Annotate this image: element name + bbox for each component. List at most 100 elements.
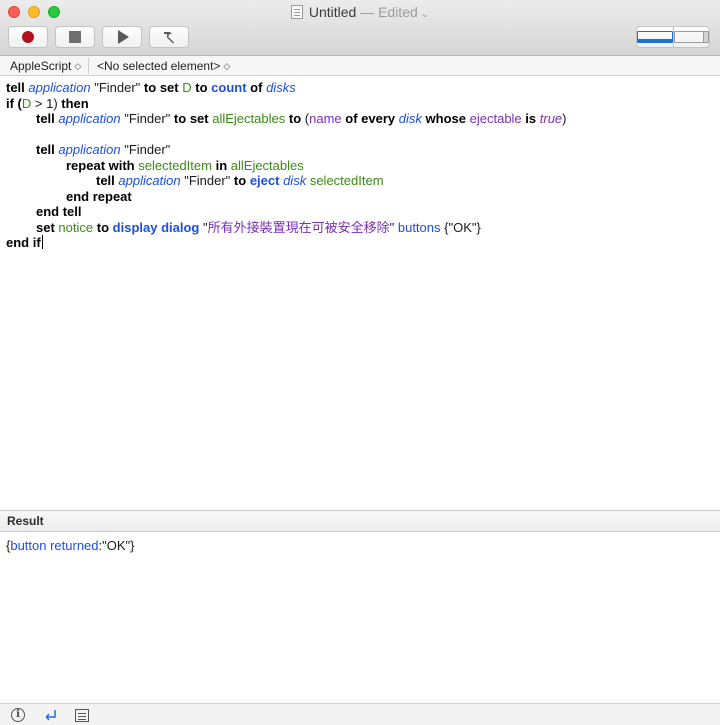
keyword: end if [6, 235, 41, 250]
bottom-panel-icon [637, 31, 673, 43]
code-line: tell application "Finder" to set allEjec… [6, 111, 720, 127]
edited-status: — Edited [360, 4, 418, 20]
variable: selectedItem [309, 173, 384, 188]
keyword: to [173, 111, 187, 126]
keyword: in [215, 157, 228, 173]
window-title-text: Untitled [308, 4, 357, 20]
keyword: if ( [6, 95, 22, 111]
navbar-divider [88, 58, 89, 74]
class-name: disk [398, 111, 422, 126]
code-line: end repeat [6, 189, 720, 205]
code-line: tell application "Finder" [6, 142, 720, 158]
script-editor-window: Untitled — Edited ⌄ AppleScript ◇ <No sele… [0, 0, 720, 725]
result-key: button returned [10, 538, 99, 553]
keyword: whose [425, 111, 466, 126]
document-icon [290, 5, 303, 19]
keyword: end tell [36, 204, 82, 219]
record-icon [22, 31, 34, 43]
updown-icon: ◇ [74, 61, 82, 71]
navigation-bar: AppleScript ◇ <No selected element> ◇ [0, 56, 720, 76]
compile-button[interactable] [149, 26, 189, 48]
variable: selectedItem [138, 157, 212, 173]
play-icon [118, 30, 129, 44]
code-line: end if [6, 235, 720, 251]
keyword: end repeat [66, 188, 132, 204]
keyword: of [345, 111, 358, 126]
text-cursor [41, 235, 43, 249]
list-literal: {"OK"} [444, 219, 481, 235]
list-icon [75, 708, 89, 722]
title-bar: Untitled — Edited ⌄ [0, 0, 720, 56]
command: eject [249, 173, 280, 188]
element-selector[interactable]: <No selected element> ◇ [97, 56, 230, 76]
return-icon [45, 710, 56, 721]
stop-icon [69, 31, 81, 43]
window-title[interactable]: Untitled — Edited ⌄ [0, 3, 720, 24]
keyword: set [159, 80, 179, 95]
boolean: true [539, 111, 563, 126]
view-toggle [636, 26, 710, 48]
parameter: buttons [397, 219, 441, 235]
keyword: tell [96, 173, 115, 188]
variable: D [21, 95, 32, 111]
paren: ) [562, 111, 567, 126]
keyword: to [288, 111, 302, 126]
quote: " [389, 219, 395, 235]
command: display dialog [112, 219, 200, 235]
class-name: disk [283, 173, 307, 188]
record-button[interactable] [8, 26, 48, 48]
show-bottom-panel-button[interactable] [637, 27, 673, 47]
application-class: application [58, 111, 121, 126]
keyword: every [361, 111, 396, 126]
keyword: tell [36, 111, 55, 126]
variable: allEjectables [212, 111, 286, 126]
language-label: AppleScript [10, 59, 72, 73]
string-literal: "Finder" [124, 111, 171, 126]
chevron-down-icon: ⌄ [420, 9, 430, 20]
application-class: application [118, 173, 181, 188]
updown-icon: ◇ [223, 61, 231, 71]
keyword: to [96, 219, 110, 235]
result-button[interactable] [43, 707, 59, 723]
string-literal: 所有外接裝置現在可被安全移除 [207, 220, 390, 236]
variable: notice [58, 219, 94, 235]
variable: D [182, 80, 192, 95]
keyword: to [233, 173, 247, 188]
log-button[interactable] [74, 707, 90, 723]
result-pane[interactable]: {button returned:"OK"} [0, 533, 720, 701]
property: name [309, 111, 342, 126]
application-class: application [58, 142, 121, 157]
code-line: tell application "Finder" to eject disk … [6, 173, 720, 189]
code-line: tell application "Finder" to set D to co… [6, 80, 720, 96]
command: count [211, 80, 247, 95]
string-literal: "Finder" [94, 80, 141, 95]
keyword: of [250, 80, 263, 95]
result-value: :"OK"} [98, 538, 135, 553]
bottom-bar: i [0, 703, 720, 725]
stop-button[interactable] [55, 26, 95, 48]
class-name: disks [266, 80, 296, 95]
info-icon: i [11, 708, 25, 722]
keyword: set [36, 219, 55, 235]
show-sidebar-button[interactable] [672, 27, 709, 47]
code-line: set notice to display dialog "所有外接裝置現在可被… [6, 220, 720, 236]
operator: > 1) [31, 95, 62, 111]
property: ejectable [469, 111, 522, 126]
run-button[interactable] [102, 26, 142, 48]
application-class: application [28, 80, 91, 95]
description-button[interactable]: i [10, 707, 26, 723]
keyword: repeat with [66, 157, 135, 173]
language-selector[interactable]: AppleScript ◇ [10, 56, 81, 76]
variable: allEjectables [230, 157, 304, 173]
keyword: tell [6, 80, 25, 95]
string-literal: "Finder" [184, 173, 231, 188]
keyword: then [61, 95, 89, 111]
keyword: to [143, 80, 157, 95]
element-label: <No selected element> [97, 59, 221, 73]
keyword: to [195, 80, 208, 95]
code-line: repeat with selectedItem in allEjectable… [6, 158, 720, 174]
string-literal: "Finder" [124, 142, 171, 157]
script-editor[interactable]: tell application "Finder" to set D to co… [0, 77, 720, 509]
keyword: is [525, 111, 537, 126]
